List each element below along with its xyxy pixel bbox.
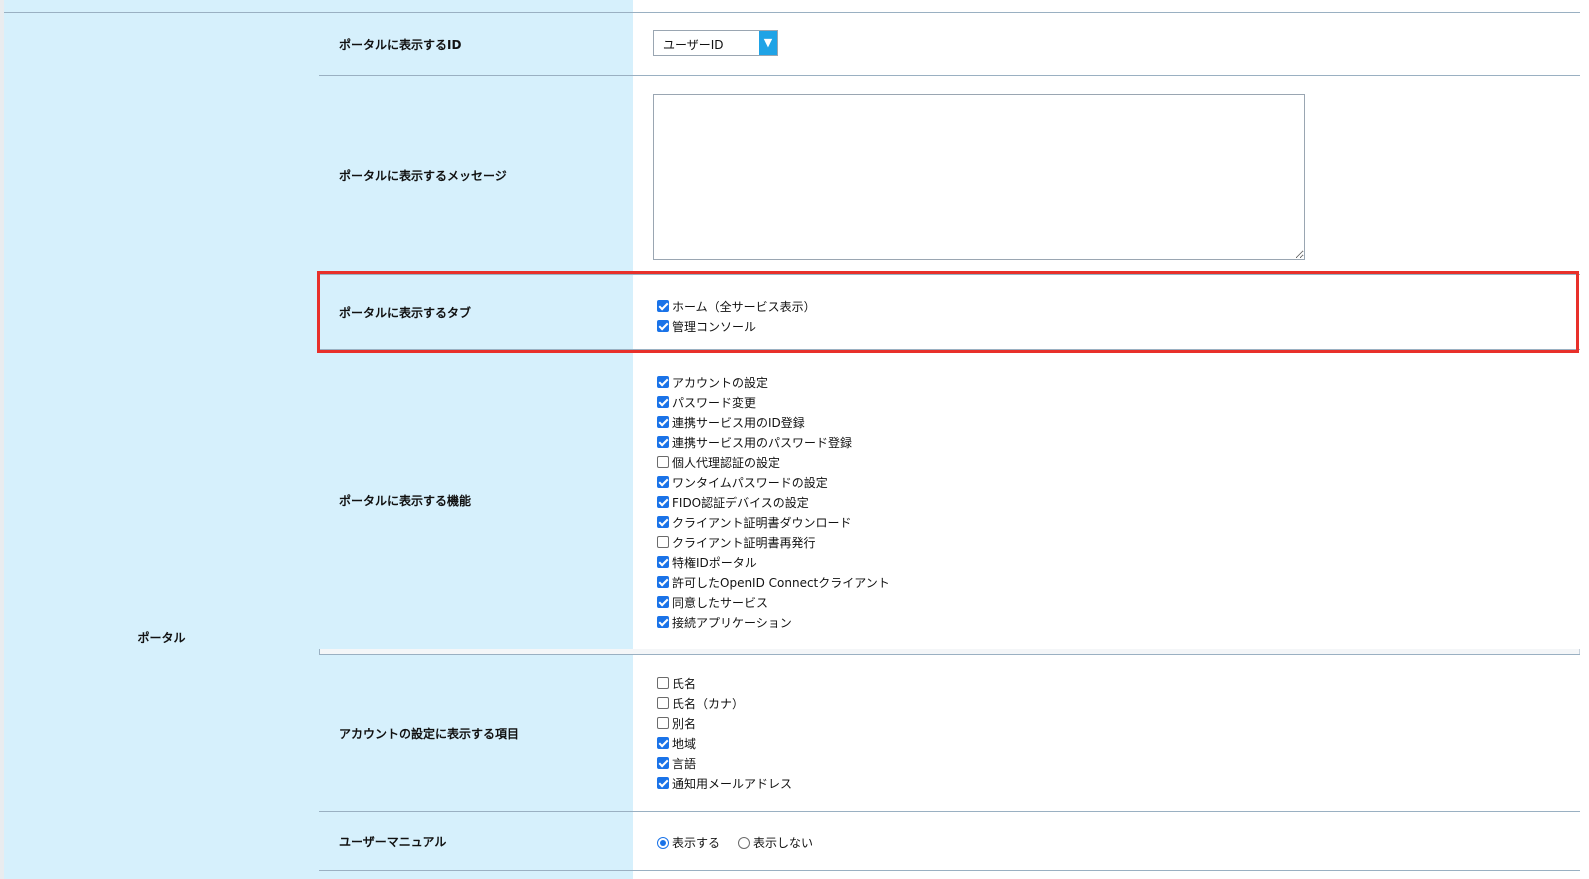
checkbox-checked[interactable] — [657, 757, 669, 769]
checkbox-label: 連携サービス用のパスワード登録 — [672, 435, 853, 450]
checkbox-label: 氏名 — [672, 676, 697, 691]
portal-id-select[interactable]: ユーザーID ▼ — [653, 30, 778, 56]
chevron-down-icon[interactable]: ▼ — [759, 31, 777, 55]
radio-show[interactable] — [657, 836, 669, 849]
radio-hide[interactable] — [738, 836, 751, 849]
row-label-cell: アカウントの設定に表示する項目 — [319, 655, 633, 811]
checkbox-label: 許可したOpenID Connectクライアント — [672, 575, 890, 590]
checkbox-checked[interactable] — [657, 376, 669, 388]
checkbox-item[interactable]: 特権IDポータル — [657, 552, 890, 572]
checkbox-checked[interactable] — [657, 576, 669, 588]
checkbox-label: FIDO認証デバイスの設定 — [672, 495, 809, 510]
checkbox-label: 個人代理認証の設定 — [672, 455, 781, 470]
checkbox-checked[interactable] — [657, 436, 669, 448]
settings-table: ポータル ポータルに表示するID ユーザーID ▼ ポータルに表示するメッセージ… — [0, 0, 1589, 879]
portal-message-textarea[interactable] — [653, 94, 1305, 260]
checkbox-item[interactable]: 管理コンソール — [657, 316, 816, 336]
portal-tabs-label: ポータルに表示するタブ — [339, 306, 472, 320]
checkbox-item[interactable]: クライアント証明書再発行 — [657, 532, 890, 552]
row-label-cell: ユーザーマニュアル — [319, 812, 633, 870]
top-row-label-cell — [319, 0, 633, 12]
checkbox-label: パスワード変更 — [672, 395, 757, 410]
checkbox-label: クライアント証明書再発行 — [672, 535, 816, 550]
row-value-cell — [633, 871, 1580, 879]
row-label-cell: ポータルに表示するタブ — [319, 275, 633, 349]
checkbox-item[interactable]: FIDO認証デバイスの設定 — [657, 492, 890, 512]
checkbox-checked[interactable] — [657, 496, 669, 508]
checkbox-unchecked[interactable] — [657, 536, 669, 548]
checkbox-unchecked[interactable] — [657, 677, 669, 689]
checkbox-checked[interactable] — [657, 596, 669, 608]
checkbox-item[interactable]: パスワード変更 — [657, 392, 890, 412]
checkbox-label: 氏名（カナ） — [672, 696, 745, 711]
checkbox-item[interactable]: 地域 — [657, 733, 792, 753]
page-right-edge — [1579, 0, 1589, 879]
portal-message-label: ポータルに表示するメッセージ — [339, 169, 507, 183]
portal-id-select-value: ユーザーID — [663, 38, 724, 52]
portal-tabs-checklist: ホーム（全サービス表示） 管理コンソール — [657, 296, 816, 336]
checkbox-unchecked[interactable] — [657, 717, 669, 729]
category-label-portal: ポータル — [137, 631, 186, 645]
checkbox-checked[interactable] — [657, 476, 669, 488]
user-manual-label: ユーザーマニュアル — [339, 835, 447, 849]
category-top-cell — [4, 0, 319, 13]
checkbox-label: ホーム（全サービス表示） — [672, 299, 816, 314]
checkbox-item[interactable]: クライアント証明書ダウンロード — [657, 512, 890, 532]
checkbox-checked[interactable] — [657, 556, 669, 568]
checkbox-checked[interactable] — [657, 416, 669, 428]
checkbox-label: 特権IDポータル — [672, 555, 757, 570]
portal-functions-label: ポータルに表示する機能 — [339, 494, 472, 508]
checkbox-label: 管理コンソール — [672, 319, 757, 334]
checkbox-label: 連携サービス用のID登録 — [672, 415, 805, 430]
checkbox-item[interactable]: 連携サービス用のパスワード登録 — [657, 432, 890, 452]
top-row-value-cell — [633, 0, 1580, 12]
checkbox-checked[interactable] — [657, 777, 669, 789]
checkbox-label: 通知用メールアドレス — [672, 776, 793, 791]
checkbox-item[interactable]: ワンタイムパスワードの設定 — [657, 472, 890, 492]
checkbox-item[interactable]: 言語 — [657, 753, 792, 773]
checkbox-item[interactable]: 許可したOpenID Connectクライアント — [657, 572, 890, 592]
checkbox-label: 同意したサービス — [672, 595, 769, 610]
checkbox-label: 別名 — [672, 716, 697, 731]
checkbox-item[interactable]: 接続アプリケーション — [657, 612, 890, 632]
checkbox-item[interactable]: 連携サービス用のID登録 — [657, 412, 890, 432]
account-items-checklist: 氏名 氏名（カナ） 別名 地域 言語 通知用メールアドレス — [657, 673, 792, 793]
user-manual-radio-group: 表示する 表示しない — [657, 834, 813, 851]
checkbox-label: 言語 — [672, 756, 697, 771]
checkbox-item[interactable]: 氏名（カナ） — [657, 693, 792, 713]
checkbox-label: 接続アプリケーション — [672, 615, 792, 630]
checkbox-label: ワンタイムパスワードの設定 — [672, 475, 828, 490]
portal-functions-checklist: アカウントの設定 パスワード変更 連携サービス用のID登録 連携サービス用のパス… — [657, 372, 890, 632]
row-label-cell: ポータルに表示する機能 — [319, 350, 633, 649]
checkbox-checked[interactable] — [657, 300, 669, 312]
radio-show-label: 表示する — [672, 836, 721, 850]
checkbox-item[interactable]: 個人代理認証の設定 — [657, 452, 890, 472]
checkbox-checked[interactable] — [657, 396, 669, 408]
row-label-cell: ポータルに表示するID — [319, 13, 633, 75]
row-label-cell — [319, 871, 633, 879]
radio-hide-label: 表示しない — [753, 836, 814, 850]
checkbox-unchecked[interactable] — [657, 697, 669, 709]
account-items-label: アカウントの設定に表示する項目 — [339, 727, 520, 741]
checkbox-item[interactable]: ホーム（全サービス表示） — [657, 296, 816, 316]
row-label-cell: ポータルに表示するメッセージ — [319, 76, 633, 274]
checkbox-unchecked[interactable] — [657, 456, 669, 468]
checkbox-checked[interactable] — [657, 737, 669, 749]
checkbox-checked[interactable] — [657, 516, 669, 528]
checkbox-item[interactable]: 通知用メールアドレス — [657, 773, 792, 793]
checkbox-label: アカウントの設定 — [672, 375, 769, 390]
checkbox-item[interactable]: 同意したサービス — [657, 592, 890, 612]
checkbox-checked[interactable] — [657, 320, 669, 332]
checkbox-item[interactable]: 氏名 — [657, 673, 792, 693]
portal-id-label: ポータルに表示するID — [339, 38, 462, 52]
checkbox-item[interactable]: 別名 — [657, 713, 792, 733]
checkbox-label: 地域 — [672, 736, 697, 751]
checkbox-item[interactable]: アカウントの設定 — [657, 372, 890, 392]
checkbox-checked[interactable] — [657, 616, 669, 628]
category-column — [4, 0, 320, 879]
checkbox-label: クライアント証明書ダウンロード — [672, 515, 852, 530]
